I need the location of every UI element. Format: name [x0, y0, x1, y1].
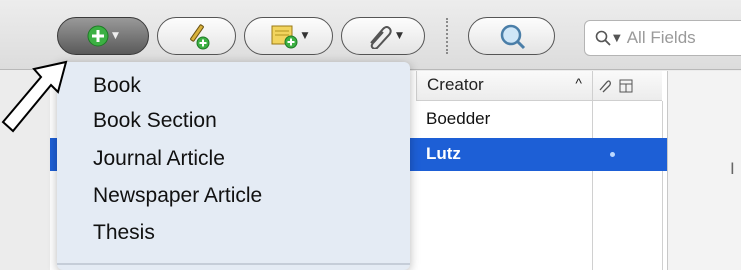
search-placeholder: All Fields	[626, 28, 696, 47]
column-header-icons[interactable]	[592, 71, 662, 101]
chevron-down-icon: ▼	[396, 31, 403, 41]
menu-item-book-section[interactable]: Book Section	[93, 109, 217, 133]
menu-item-journal-article[interactable]: Journal Article	[93, 147, 225, 171]
toolbar-separator	[446, 18, 448, 54]
add-by-identifier-button[interactable]	[157, 17, 236, 55]
search-icon	[595, 30, 611, 46]
menu-item-newspaper-article[interactable]: Newspaper Article	[93, 184, 262, 208]
annotation-arrow-icon	[1, 60, 68, 133]
item-pane: I	[667, 71, 741, 270]
advanced-search-button[interactable]	[468, 17, 555, 55]
item-pane-text: I	[730, 159, 735, 178]
search-input[interactable]: ▼ All Fields	[584, 20, 741, 56]
menu-item-book[interactable]: Book	[93, 74, 141, 98]
note-icon	[271, 25, 298, 49]
chevron-down-icon: ▼	[112, 31, 119, 41]
sort-ascending-icon: ^	[575, 75, 582, 91]
paperclip-icon	[370, 26, 392, 49]
magnifier-icon	[500, 24, 525, 50]
chevron-down-icon: ▼	[613, 32, 621, 44]
column-header-label: Creator	[427, 75, 484, 94]
paperclip-icon	[599, 79, 611, 92]
attachment-indicator-icon	[610, 152, 615, 157]
column-picker-icon[interactable]	[619, 79, 633, 93]
new-item-menu: Book Book Section Journal Article Newspa…	[57, 62, 410, 270]
toolbar: ▼ ▼ ▼ ▼ All Fields	[0, 0, 741, 70]
creator-cell: Boedder	[426, 109, 491, 128]
green-plus-icon	[87, 25, 109, 47]
column-header-creator[interactable]: Creator ^	[416, 71, 592, 101]
menu-item-thesis[interactable]: Thesis	[93, 221, 155, 245]
creator-cell: Lutz	[426, 144, 461, 163]
menu-divider	[57, 263, 410, 265]
new-note-button[interactable]: ▼	[244, 17, 333, 55]
magic-wand-icon	[189, 24, 209, 50]
new-item-button[interactable]: ▼	[57, 17, 149, 55]
chevron-down-icon: ▼	[301, 31, 309, 41]
add-attachment-button[interactable]: ▼	[341, 17, 425, 55]
